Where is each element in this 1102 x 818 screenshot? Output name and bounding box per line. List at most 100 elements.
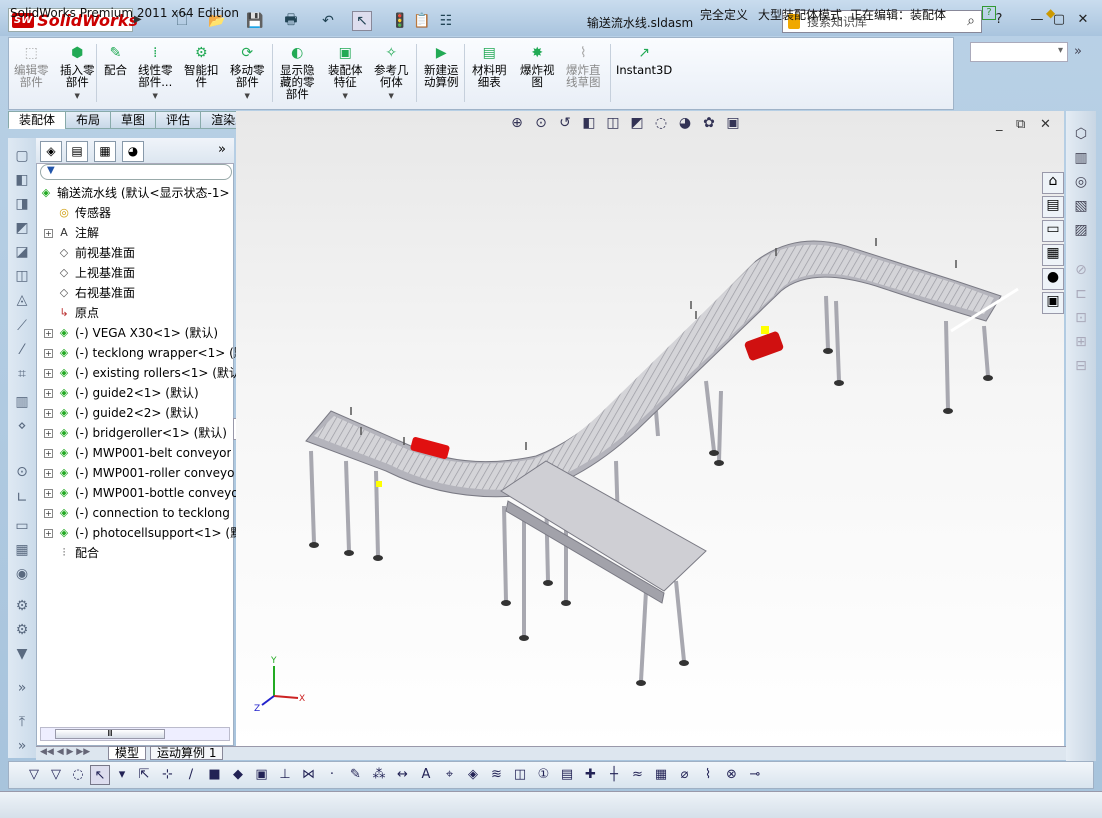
view-palette-icon[interactable]: ▨ xyxy=(1070,222,1092,242)
tree-item[interactable]: + ◈ (-) VEGA X30<1> (默认) xyxy=(44,323,218,343)
select-other-icon[interactable]: ⇱ xyxy=(134,765,154,785)
tab-0[interactable]: 装配体 xyxy=(8,111,67,129)
expand-icon[interactable]: + xyxy=(44,408,53,418)
filter-connection-icon[interactable]: ⊗ xyxy=(722,765,742,785)
filter-routing-icon[interactable]: ⌇ xyxy=(698,765,718,785)
command-insert-component[interactable]: ⬢ 插入零 部件 ▼ xyxy=(60,44,95,108)
filter-stack-icon[interactable]: ▤ xyxy=(557,765,577,785)
tab-1[interactable]: 布局 xyxy=(65,111,112,129)
solidworks-resources-icon[interactable]: ⬡ xyxy=(1070,126,1092,146)
filter-surface-icon[interactable]: ◫ xyxy=(510,765,530,785)
earth-icon[interactable]: ◉ xyxy=(11,566,33,586)
command-new-motion-study[interactable]: ▶ 新建运 动算例 xyxy=(424,44,459,108)
command-assembly-features[interactable]: ▣ 装配体 特征 ▼ xyxy=(328,44,363,108)
filter-center-mark-icon[interactable]: ✚ xyxy=(581,765,601,785)
expand-icon[interactable]: + xyxy=(44,388,53,398)
gear-icon[interactable]: ⚙ xyxy=(11,598,33,618)
filter-toggle-icon[interactable]: ▽ xyxy=(24,765,44,785)
panel-expand-icon[interactable]: » xyxy=(218,142,226,157)
tree-item[interactable]: + ◈ (-) photocellsupport<1> (默 xyxy=(44,523,242,543)
command-explode-line-sketch[interactable]: ⌇ 爆炸直 线草图 xyxy=(566,44,601,108)
minimize-icon[interactable]: — xyxy=(1028,12,1046,30)
measure-icon[interactable]: ▭ xyxy=(11,518,33,538)
filter-solid-icon[interactable]: ◆ xyxy=(228,765,248,785)
command-edit-component[interactable]: ⬚ 编辑零 部件 xyxy=(14,44,49,108)
viewport-restore-icon[interactable]: ⧉ xyxy=(1016,117,1025,132)
view-orientation-icon[interactable]: ◫ xyxy=(604,115,622,135)
close-icon[interactable]: ✕ xyxy=(1074,12,1092,30)
dropdown-arrow-icon[interactable]: ▼ xyxy=(153,90,158,102)
extrude-icon[interactable]: ◧ xyxy=(11,172,33,192)
expand-icon[interactable]: + xyxy=(44,468,53,478)
sketch-icon[interactable]: ▢ xyxy=(11,148,33,168)
filter-cosmetic-thread-icon[interactable]: ≈ xyxy=(628,765,648,785)
tab-3[interactable]: 评估 xyxy=(155,111,202,129)
custom-properties-icon[interactable]: ⊏ xyxy=(1070,286,1092,306)
filter-balloon-icon[interactable]: ① xyxy=(534,765,554,785)
materials-icon[interactable]: ⊞ xyxy=(1070,334,1092,354)
tree-item[interactable]: + ◈ (-) MWP001-roller conveyo xyxy=(44,463,234,483)
tab-model[interactable]: 模型 xyxy=(108,746,147,760)
loft-icon[interactable]: ◪ xyxy=(11,244,33,264)
filter-vertices-icon[interactable]: ⊹ xyxy=(158,765,178,785)
tab-motion-study[interactable]: 运动算例 1 xyxy=(150,746,224,760)
pattern-icon[interactable]: ⁄ xyxy=(11,342,33,362)
tree-filter[interactable]: ▼ xyxy=(40,164,232,180)
viewport-minimize-icon[interactable]: _ xyxy=(996,117,1003,132)
hide-show-items-icon[interactable]: ◌ xyxy=(652,115,670,135)
expand-icon[interactable]: + xyxy=(44,528,53,538)
options-icon[interactable]: ☷ xyxy=(436,11,456,31)
point-icon[interactable]: ⊙ xyxy=(11,464,33,484)
undo-icon[interactable]: ↶ xyxy=(318,11,338,31)
mirror-icon[interactable]: ⌗ xyxy=(11,366,33,386)
select-arrow-icon[interactable]: ↖ xyxy=(90,765,110,785)
expand-icon[interactable]: + xyxy=(44,488,53,498)
right-combo[interactable] xyxy=(970,42,1068,62)
rebuild-status-icon[interactable]: ◆ xyxy=(1046,6,1055,20)
filter-datum-icon[interactable]: ⊥ xyxy=(275,765,295,785)
dropdown-arrow-icon[interactable]: ▼ xyxy=(75,90,80,102)
command-smart-fasteners[interactable]: ⚙ 智能扣件 xyxy=(184,44,219,108)
filter-points-icon[interactable]: · xyxy=(322,765,342,785)
expand-icon[interactable]: + xyxy=(44,428,53,438)
feature-tree-tab-icon[interactable]: ◈ xyxy=(40,141,62,162)
tree-item[interactable]: + ◈ (-) MWP001-belt conveyor xyxy=(44,443,231,463)
expand-icon[interactable]: + xyxy=(44,368,53,378)
filter-notes-icon[interactable]: A xyxy=(416,765,436,785)
properties-icon[interactable]: ▣ xyxy=(1042,292,1064,314)
chamfer-icon[interactable]: ⟋ xyxy=(11,318,33,338)
select-icon[interactable]: ↖ xyxy=(352,11,372,31)
tree-item[interactable]: + ◈ (-) MWP001-bottle conveyo xyxy=(44,483,239,503)
search-icon[interactable]: ⌕ xyxy=(967,13,975,29)
tree-hscroll[interactable]: Ⅲ xyxy=(40,727,230,741)
viewport-close-icon[interactable]: ✕ xyxy=(1040,117,1051,132)
help-status-icon[interactable]: ? xyxy=(982,6,996,20)
filter-datum-features-icon[interactable]: ◈ xyxy=(463,765,483,785)
tree-item[interactable]: ⫶ 配合 xyxy=(44,543,99,563)
section-icon[interactable]: ▦ xyxy=(11,542,33,562)
tree-item[interactable]: + ◈ (-) existing rollers<1> (默认 xyxy=(44,363,241,383)
expand-icon[interactable]: ⤒ xyxy=(11,714,33,734)
select-dropdown-icon[interactable]: ▾ xyxy=(112,765,132,785)
filter-blocks-icon[interactable]: ▦ xyxy=(651,765,671,785)
toolbox-icon[interactable]: ⊡ xyxy=(1070,310,1092,330)
tree-item[interactable]: ◎ 传感器 xyxy=(44,203,111,223)
command-mate[interactable]: ✎ 配合 xyxy=(104,44,127,108)
sweep-icon[interactable]: ◩ xyxy=(11,220,33,240)
tab-nav-arrows-icon[interactable]: ◀◀ ◀ ▶ ▶▶ xyxy=(40,747,90,757)
dropdown-arrow-icon[interactable]: ▼ xyxy=(343,90,348,102)
axis-icon[interactable]: ⋄ xyxy=(11,418,33,438)
forum-icon[interactable]: ⊟ xyxy=(1070,358,1092,378)
tree-item[interactable]: ◇ 上视基准面 xyxy=(44,263,135,283)
apply-scene-icon[interactable]: ✿ xyxy=(700,115,718,135)
tree-item[interactable]: + ◈ (-) tecklong wrapper<1> (默 xyxy=(44,343,246,363)
section-view-icon[interactable]: ◧ xyxy=(580,115,598,135)
display-style-icon[interactable]: ◩ xyxy=(628,115,646,135)
command-show-hidden[interactable]: ◐ 显示隐 藏的零 部件 xyxy=(280,44,315,108)
file-properties-icon[interactable]: 📋 xyxy=(412,11,432,31)
select-filter-icon[interactable]: ◌ xyxy=(68,765,88,785)
previous-view-icon[interactable]: ↺ xyxy=(556,115,574,135)
dropdown-arrow-icon[interactable]: ▼ xyxy=(389,90,394,102)
configuration-manager-tab-icon[interactable]: ▦ xyxy=(94,141,116,162)
reference-plane-icon[interactable]: ▥ xyxy=(11,394,33,414)
